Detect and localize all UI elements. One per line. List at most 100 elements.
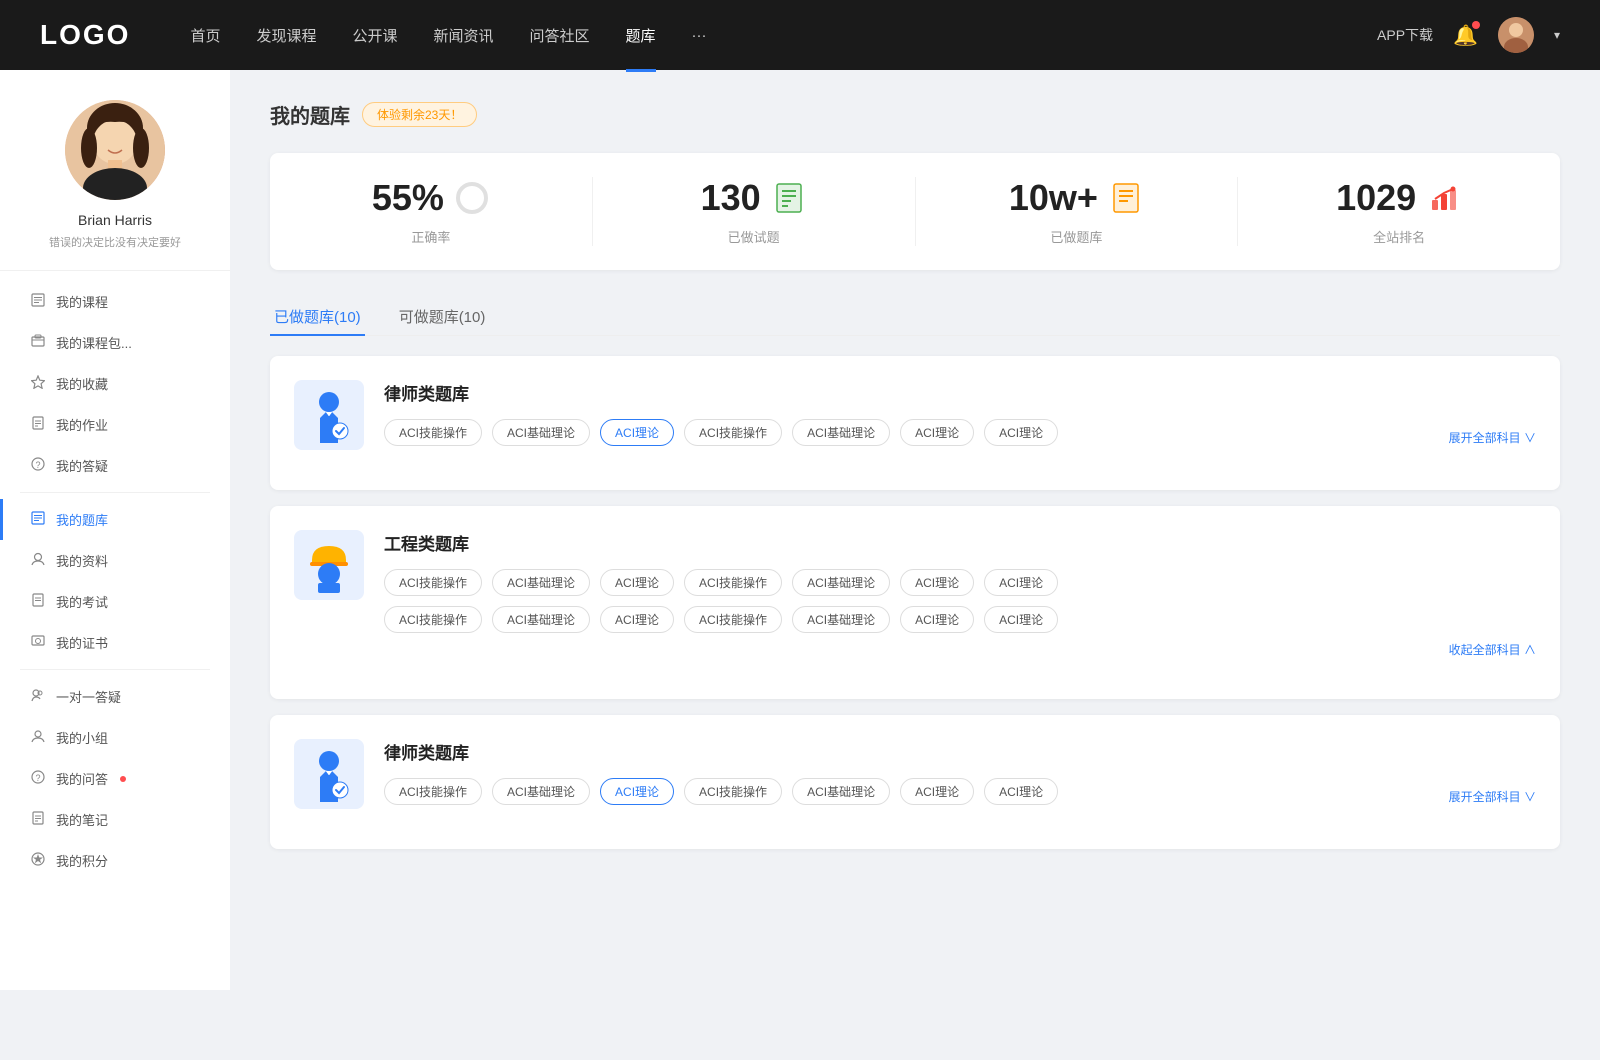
sidebar-menu: 我的课程 我的课程包... 我的收藏 我的作业 <box>0 281 230 881</box>
stat-done-qbanks: 10w+ 已做题库 <box>916 177 1239 246</box>
sidebar-item-qa-label: 我的答疑 <box>56 456 108 475</box>
qbank-card-lawyer-2: 律师类题库 ACI技能操作 ACI基础理论 ACI理论 ACI技能操作 ACI基… <box>270 715 1560 849</box>
notes-yellow-icon <box>1108 180 1144 216</box>
navbar: LOGO 首页 发现课程 公开课 新闻资讯 问答社区 题库 ··· APP下载 … <box>0 0 1600 70</box>
eng-tag-1[interactable]: ACI基础理论 <box>492 569 590 596</box>
profile-avatar[interactable] <box>65 100 165 200</box>
tag-5[interactable]: ACI理论 <box>900 419 974 446</box>
group-icon <box>30 729 46 746</box>
sidebar-item-qa[interactable]: ? 我的答疑 <box>0 445 230 486</box>
eng-tag-3[interactable]: ACI技能操作 <box>684 569 782 596</box>
nav-item-discover[interactable]: 发现课程 <box>256 21 316 50</box>
stat-done-main: 130 <box>701 177 807 219</box>
sidebar-item-tutor[interactable]: 一对一答疑 <box>0 676 230 717</box>
l2-tag-4[interactable]: ACI基础理论 <box>792 778 890 805</box>
l2-tag-3[interactable]: ACI技能操作 <box>684 778 782 805</box>
notification-bell[interactable]: 🔔 <box>1453 23 1478 48</box>
stat-accuracy-value: 55% <box>372 177 444 219</box>
eng-tag-2[interactable]: ACI理论 <box>600 569 674 596</box>
eng-tag-6[interactable]: ACI理论 <box>984 569 1058 596</box>
qbank-body-lawyer-2: 律师类题库 ACI技能操作 ACI基础理论 ACI理论 ACI技能操作 ACI基… <box>384 739 1536 805</box>
l2-tag-2[interactable]: ACI理论 <box>600 778 674 805</box>
trial-badge: 体验剩余23天！ <box>362 102 477 127</box>
qbank-lawyer-icon <box>294 380 364 450</box>
qbank-lawyer-icon-2 <box>294 739 364 809</box>
eng-tag-5[interactable]: ACI理论 <box>900 569 974 596</box>
user-avatar[interactable] <box>1498 17 1534 53</box>
nav-item-qa[interactable]: 问答社区 <box>530 21 590 50</box>
qbank-body-engineer: 工程类题库 ACI技能操作 ACI基础理论 ACI理论 ACI技能操作 ACI基… <box>384 530 1536 659</box>
sidebar-item-exam-label: 我的考试 <box>56 592 108 611</box>
tag-1[interactable]: ACI基础理论 <box>492 419 590 446</box>
l2-tag-0[interactable]: ACI技能操作 <box>384 778 482 805</box>
sidebar-item-qbank[interactable]: 我的题库 <box>0 499 230 540</box>
eng-extra-tag-4[interactable]: ACI基础理论 <box>792 606 890 633</box>
sidebar-item-favorites[interactable]: 我的收藏 <box>0 363 230 404</box>
eng-extra-tag-2[interactable]: ACI理论 <box>600 606 674 633</box>
eng-extra-tag-6[interactable]: ACI理论 <box>984 606 1058 633</box>
qbank-card-engineer: 工程类题库 ACI技能操作 ACI基础理论 ACI理论 ACI技能操作 ACI基… <box>270 506 1560 699</box>
nav-right: APP下载 🔔 ▾ <box>1377 17 1560 53</box>
eng-tag-4[interactable]: ACI基础理论 <box>792 569 890 596</box>
sidebar-item-group-label: 我的小组 <box>56 728 108 747</box>
sidebar-item-group[interactable]: 我的小组 <box>0 717 230 758</box>
expand-lawyer-2[interactable]: 展开全部科目 ∨ <box>1449 788 1536 805</box>
l2-tag-1[interactable]: ACI基础理论 <box>492 778 590 805</box>
sidebar-item-exam[interactable]: 我的考试 <box>0 581 230 622</box>
tag-2[interactable]: ACI理论 <box>600 419 674 446</box>
nav-items: 首页 发现课程 公开课 新闻资讯 问答社区 题库 ··· <box>190 21 1377 50</box>
sidebar-item-homework[interactable]: 我的作业 <box>0 404 230 445</box>
profile-icon <box>30 552 46 569</box>
collapse-engineer[interactable]: 收起全部科目 ∧ <box>1449 643 1536 657</box>
sidebar-item-certificate-label: 我的证书 <box>56 633 108 652</box>
eng-extra-tag-1[interactable]: ACI基础理论 <box>492 606 590 633</box>
tab-done[interactable]: 已做题库(10) <box>270 298 365 335</box>
eng-extra-tag-5[interactable]: ACI理论 <box>900 606 974 633</box>
sidebar: Brian Harris 错误的决定比没有决定要好 我的课程 我的课程包... <box>0 70 230 990</box>
tag-4[interactable]: ACI基础理论 <box>792 419 890 446</box>
avatar-image <box>1498 17 1534 53</box>
sidebar-item-certificate[interactable]: 我的证书 <box>0 622 230 663</box>
myqa-icon: ? <box>30 770 46 787</box>
sidebar-item-notes[interactable]: 我的笔记 <box>0 799 230 840</box>
sidebar-item-course-label: 我的课程 <box>56 292 108 311</box>
sidebar-item-points[interactable]: 我的积分 <box>0 840 230 881</box>
l2-tag-5[interactable]: ACI理论 <box>900 778 974 805</box>
exam-icon <box>30 593 46 610</box>
l2-tag-6[interactable]: ACI理论 <box>984 778 1058 805</box>
nav-item-more[interactable]: ··· <box>692 23 707 48</box>
nav-item-news[interactable]: 新闻资讯 <box>434 21 494 50</box>
homework-icon <box>30 416 46 433</box>
stat-rank-value: 1029 <box>1336 177 1416 219</box>
eng-extra-tag-0[interactable]: ACI技能操作 <box>384 606 482 633</box>
tag-0[interactable]: ACI技能操作 <box>384 419 482 446</box>
sidebar-item-tutor-label: 一对一答疑 <box>56 687 121 706</box>
sidebar-item-favorites-label: 我的收藏 <box>56 374 108 393</box>
tag-6[interactable]: ACI理论 <box>984 419 1058 446</box>
sidebar-item-profile-label: 我的资料 <box>56 551 108 570</box>
tag-3[interactable]: ACI技能操作 <box>684 419 782 446</box>
points-icon <box>30 852 46 869</box>
eng-tag-0[interactable]: ACI技能操作 <box>384 569 482 596</box>
sidebar-item-profile[interactable]: 我的资料 <box>0 540 230 581</box>
qbank-lawyer-2-tags: ACI技能操作 ACI基础理论 ACI理论 ACI技能操作 ACI基础理论 AC… <box>384 778 1536 805</box>
nav-item-home[interactable]: 首页 <box>190 21 220 50</box>
star-icon <box>30 375 46 392</box>
qbank-footer-engineer: 收起全部科目 ∧ <box>384 641 1536 659</box>
qbank-lawyer-tags-1: ACI技能操作 ACI基础理论 ACI理论 ACI技能操作 ACI基础理论 AC… <box>384 419 1536 446</box>
nav-item-qbank[interactable]: 题库 <box>626 21 656 50</box>
sidebar-item-myqa[interactable]: ? 我的问答 <box>0 758 230 799</box>
eng-extra-tag-3[interactable]: ACI技能操作 <box>684 606 782 633</box>
profile-name: Brian Harris <box>78 212 152 228</box>
sidebar-item-notes-label: 我的笔记 <box>56 810 108 829</box>
stat-qbanks-label: 已做题库 <box>1050 227 1102 246</box>
sidebar-item-qbank-label: 我的题库 <box>56 510 108 529</box>
sidebar-item-coursepack[interactable]: 我的课程包... <box>0 322 230 363</box>
tab-available[interactable]: 可做题库(10) <box>395 298 490 335</box>
app-download-link[interactable]: APP下载 <box>1377 25 1433 45</box>
nav-item-public[interactable]: 公开课 <box>352 21 397 50</box>
sidebar-item-course[interactable]: 我的课程 <box>0 281 230 322</box>
logo[interactable]: LOGO <box>40 19 130 51</box>
expand-lawyer-1[interactable]: 展开全部科目 ∨ <box>1449 429 1536 446</box>
user-dropdown-arrow[interactable]: ▾ <box>1554 28 1560 42</box>
